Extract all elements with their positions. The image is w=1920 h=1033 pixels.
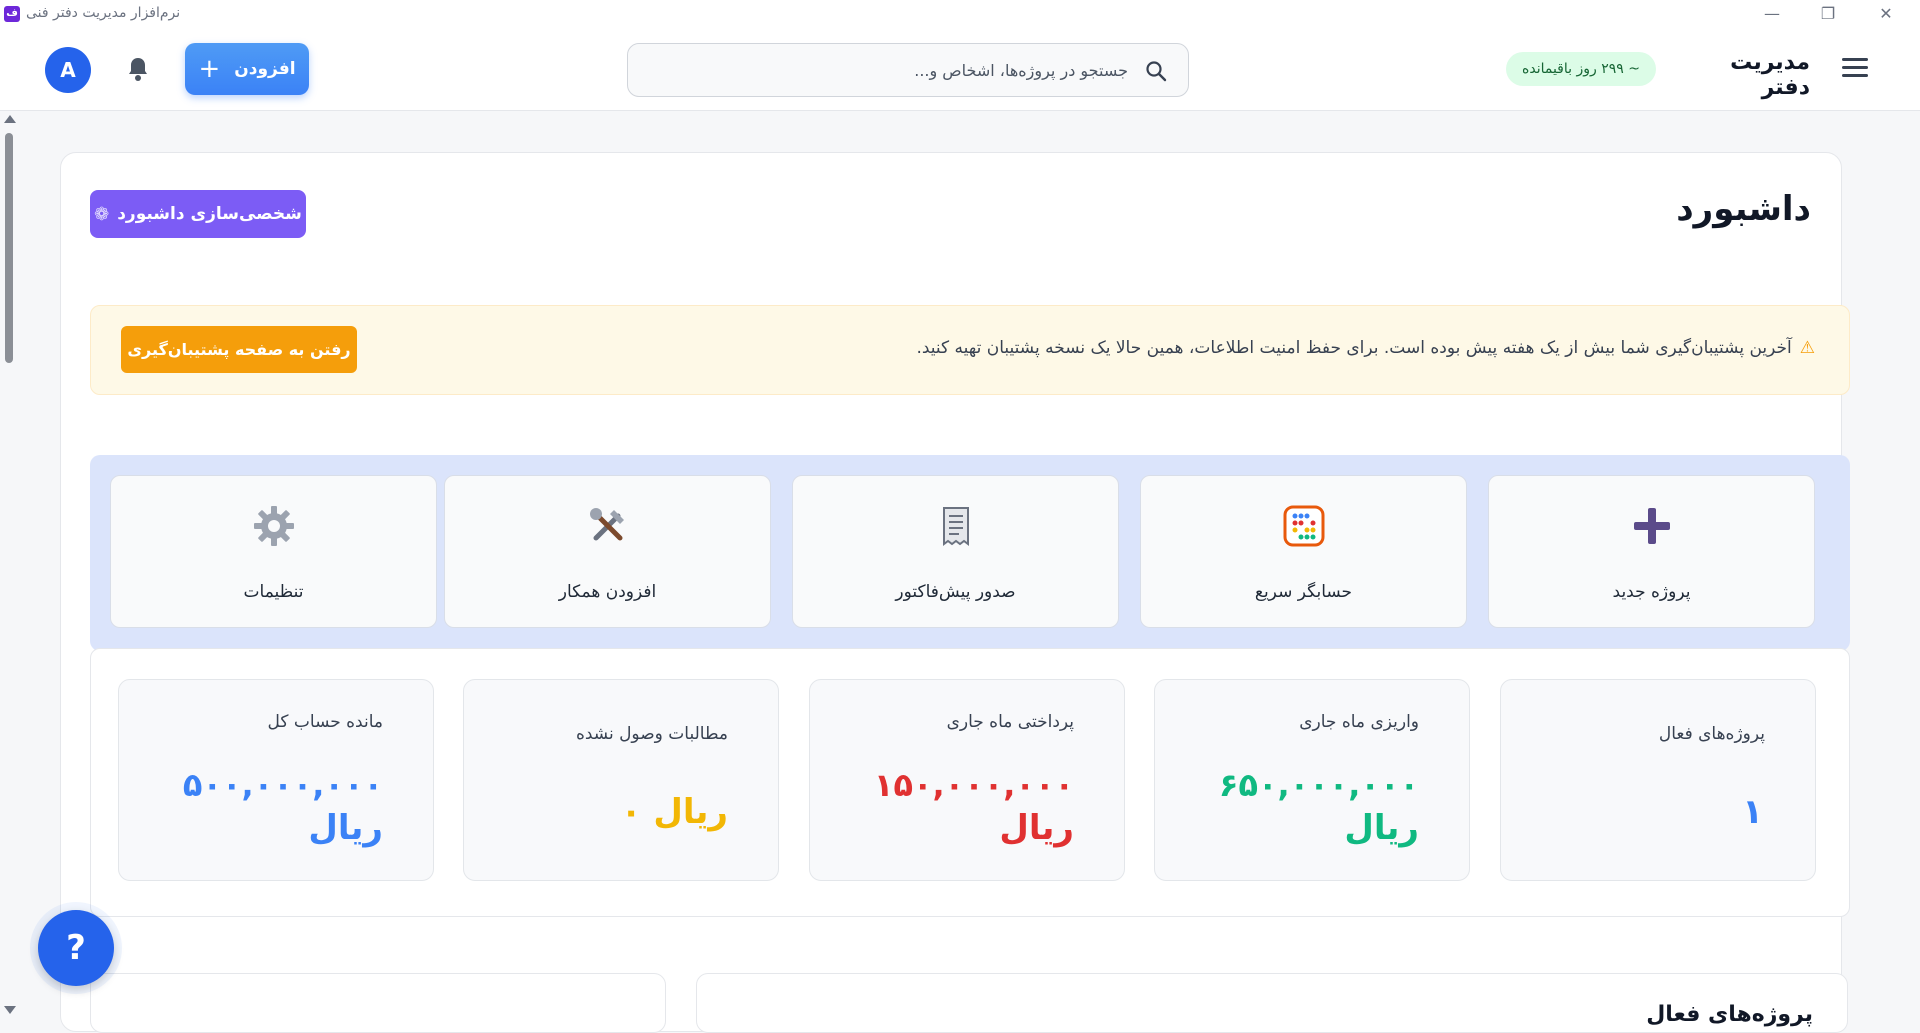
stat-card-active-projects[interactable]: پروژه‌های فعال ۱ (1500, 679, 1816, 881)
customize-dashboard-button[interactable]: شخصی‌سازی داشبورد ❁ (90, 190, 306, 238)
vertical-scrollbar[interactable] (0, 113, 18, 1020)
window-titlebar: ف نرم‌افزار مدیریت دفتر فنی — ❐ ✕ (0, 0, 1920, 28)
add-button[interactable]: افزودن + (185, 43, 309, 95)
global-search[interactable] (627, 43, 1189, 97)
stat-value: ریال ۰ (620, 792, 728, 832)
search-icon (1146, 61, 1167, 82)
stat-card-monthly-deposits[interactable]: واریزی ماه جاری ۶۵۰,۰۰۰,۰۰۰ ریال (1154, 679, 1470, 881)
help-button[interactable]: ? (38, 910, 114, 986)
customize-label: شخصی‌سازی داشبورد (117, 204, 302, 224)
trial-days-badge: ~ ۲۹۹ روز باقیمانده (1506, 52, 1656, 86)
warning-icon: ⚠ (1799, 338, 1815, 358)
stat-label: مانده حساب کل (267, 712, 383, 732)
user-avatar[interactable]: A (45, 47, 91, 93)
dashboard-card: داشبورد شخصی‌سازی داشبورد ❁ ⚠ آخرین پشتیب… (60, 152, 1850, 1032)
plus-icon: + (198, 54, 221, 84)
plus-icon (1489, 504, 1814, 548)
go-to-backup-button[interactable]: رفتن به صفحه پشتیبان‌گیری (121, 326, 357, 373)
tools-icon (445, 504, 770, 548)
abacus-icon (1141, 504, 1466, 548)
page-title: داشبورد (1676, 189, 1811, 229)
stat-card-unreceived-claims[interactable]: مطالبات وصول نشده ریال ۰ (463, 679, 779, 881)
restore-button[interactable]: ❐ (1808, 2, 1848, 26)
quick-action-proforma-invoice[interactable]: صدور پیش‌فاکتور (792, 475, 1119, 628)
gear-icon (111, 504, 436, 548)
stat-label: واریزی ماه جاری (1299, 712, 1419, 732)
app-header: A افزودن + ~ ۲۹۹ روز باقیمانده مدیریت دف… (0, 28, 1920, 111)
add-button-label: افزودن (234, 59, 296, 79)
backup-warning-alert: ⚠ آخرین پشتیبان‌گیری شما بیش از یک هفته پ… (90, 305, 1850, 395)
stat-label: مطالبات وصول نشده (575, 724, 728, 744)
notification-bell-icon[interactable] (126, 56, 150, 82)
stat-unit: ریال (1344, 808, 1419, 848)
active-projects-title: پروژه‌های فعال (1646, 1002, 1813, 1027)
quick-action-calculator[interactable]: حسابگر سریع (1140, 475, 1467, 628)
search-input[interactable] (640, 52, 1128, 88)
stat-card-monthly-payments[interactable]: پرداختی ماه جاری ۱۵۰,۰۰۰,۰۰۰ ریال (809, 679, 1125, 881)
window-title: نرم‌افزار مدیریت دفتر فنی (26, 5, 181, 21)
scroll-thumb[interactable] (5, 133, 13, 363)
minimize-button[interactable]: — (1752, 2, 1792, 26)
close-button[interactable]: ✕ (1866, 2, 1906, 26)
quick-action-add-colleague[interactable]: افزودن همکار (444, 475, 771, 628)
alert-text: آخرین پشتیبان‌گیری شما بیش از یک هفته پی… (916, 338, 1792, 358)
app-brand: مدیریت دفتر (1730, 50, 1810, 100)
stat-value: ۱ (1742, 792, 1763, 832)
bottom-left-card (90, 973, 666, 1033)
receipt-icon (793, 504, 1118, 548)
scroll-up-arrow-icon[interactable] (4, 115, 16, 123)
financial-stats-panel: پروژه‌های فعال ۱ واریزی ماه جاری ۶۵۰,۰۰۰… (90, 648, 1850, 917)
stat-value: ۱۵۰,۰۰۰,۰۰۰ (873, 766, 1074, 804)
quick-action-label: صدور پیش‌فاکتور (895, 582, 1016, 602)
active-projects-card: پروژه‌های فعال (696, 973, 1848, 1033)
stat-label: پرداختی ماه جاری (946, 712, 1074, 732)
gear-icon: ❁ (94, 203, 110, 225)
stat-unit: ریال (999, 808, 1074, 848)
quick-action-label: تنظیمات (243, 582, 304, 602)
stat-value: ۵۰۰,۰۰۰,۰۰۰ (182, 766, 383, 804)
hamburger-menu-icon[interactable] (1842, 58, 1868, 80)
app-logo-icon: ف (4, 6, 20, 22)
quick-action-settings[interactable]: تنظیمات (110, 475, 437, 628)
alert-message: ⚠ آخرین پشتیبان‌گیری شما بیش از یک هفته پ… (916, 338, 1815, 358)
stat-value: ۶۵۰,۰۰۰,۰۰۰ (1218, 766, 1419, 804)
quick-action-label: افزودن همکار (558, 582, 657, 602)
quick-actions-panel: پروژه جدید حسابگر سریع صدور (90, 455, 1850, 651)
quick-action-label: پروژه جدید (1612, 582, 1691, 602)
quick-action-label: حسابگر سریع (1254, 582, 1353, 602)
scroll-down-arrow-icon[interactable] (4, 1006, 16, 1014)
stat-label: پروژه‌های فعال (1658, 724, 1765, 744)
stat-card-total-balance[interactable]: مانده حساب کل ۵۰۰,۰۰۰,۰۰۰ ریال (118, 679, 434, 881)
quick-action-new-project[interactable]: پروژه جدید (1488, 475, 1815, 628)
stat-unit: ریال (308, 808, 383, 848)
